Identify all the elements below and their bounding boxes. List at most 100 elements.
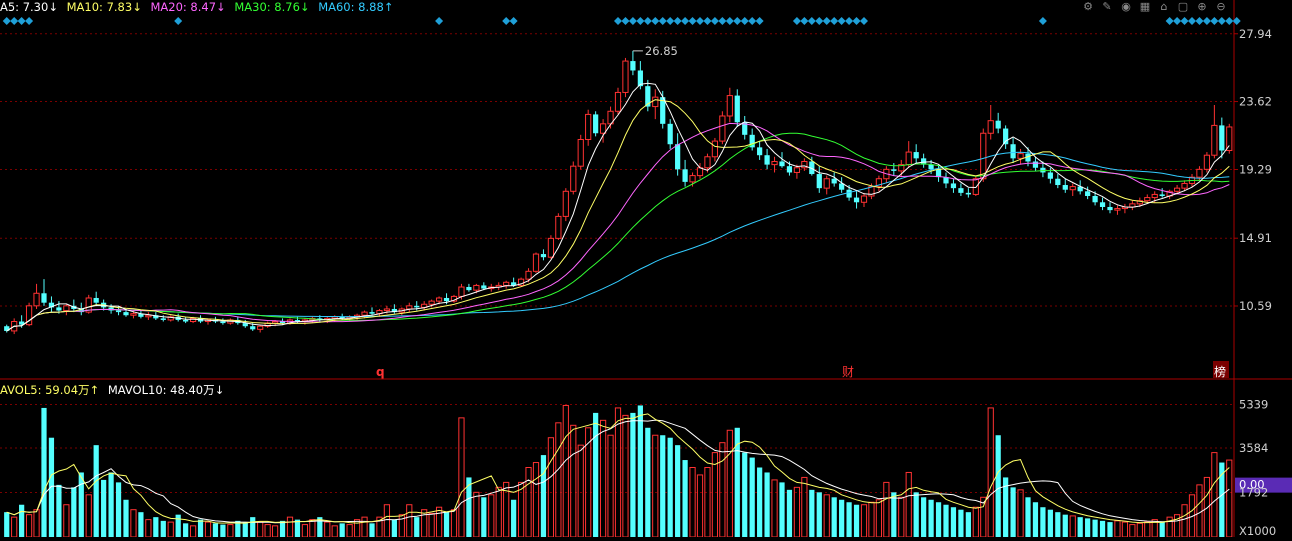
volume-bar: [540, 455, 547, 537]
volume-bar: [271, 525, 279, 538]
candle-body: [1032, 161, 1039, 168]
candle-body: [891, 169, 897, 171]
volume-bar: [1047, 509, 1053, 537]
pen-icon[interactable]: ✎: [1099, 0, 1115, 14]
candle-body: [1181, 182, 1188, 189]
candle-body: [458, 286, 465, 297]
candle-body: [570, 165, 577, 192]
candle-body: [831, 178, 837, 184]
candle-body: [995, 120, 1001, 129]
price-tick-label: 19.29: [1239, 162, 1272, 176]
price-tick-label: 10.59: [1239, 299, 1272, 313]
candle-body: [793, 167, 801, 173]
volume-bar: [339, 523, 345, 537]
volume-bar: [1025, 497, 1031, 537]
volume-bar: [652, 434, 659, 538]
volume-bar: [361, 516, 368, 538]
candle-body: [503, 281, 510, 286]
volume-bar: [115, 482, 122, 537]
signal-diamond: [10, 17, 19, 25]
signal-diamond: [696, 17, 704, 25]
candle-body: [466, 287, 472, 291]
candle-body: [250, 326, 256, 330]
candle-body: [704, 156, 711, 169]
house-icon[interactable]: ⌂: [1156, 0, 1172, 14]
signal-diamond: [800, 17, 809, 25]
mavol10-legend: MAVOL10: 48.40万↓: [107, 383, 225, 397]
candle-body: [271, 321, 279, 324]
volume-bar: [779, 482, 785, 537]
candle-body: [414, 305, 420, 308]
candle-body: [1062, 185, 1068, 190]
volume-bar: [145, 519, 152, 538]
signal-diamond: [621, 17, 630, 25]
volume-bar: [928, 499, 934, 537]
signal-diamond: [614, 17, 622, 25]
price-tick-label: 23.62: [1239, 95, 1272, 109]
candle-body: [145, 314, 152, 318]
candle-body: [1055, 178, 1061, 186]
volume-bar: [711, 452, 719, 538]
signal-diamond: [733, 17, 742, 25]
volume-bar: [593, 412, 599, 537]
volume-tick-label: X1000: [1239, 524, 1276, 537]
candle-body: [860, 195, 868, 203]
volume-bar: [1136, 522, 1143, 538]
volume-bar: [264, 524, 271, 538]
minus-icon[interactable]: ⊖: [1213, 0, 1229, 14]
volume-bar: [130, 509, 137, 538]
volume-tick-label: 5339: [1239, 397, 1268, 411]
signal-diamond: [815, 17, 824, 25]
signal-diamond: [688, 17, 697, 25]
volume-bar: [1121, 521, 1129, 538]
price-tick-label: 27.94: [1239, 27, 1272, 41]
signal-diamond: [1188, 17, 1196, 25]
lock-icon[interactable]: ▢: [1175, 0, 1191, 14]
avol5-legend: AVOL5: 59.04万↑: [0, 383, 100, 397]
candle-body: [443, 297, 450, 302]
volume-bar: [1077, 517, 1083, 537]
volume-bar: [622, 414, 629, 538]
signal-diamond: [1210, 17, 1219, 25]
volume-bar: [742, 452, 748, 537]
volume-bar: [607, 434, 614, 538]
volume-bar: [414, 517, 420, 537]
volume-bar: [324, 521, 331, 538]
candle-body: [1099, 202, 1106, 207]
signal-diamond: [792, 17, 801, 25]
candle-body: [1173, 187, 1181, 192]
volume-bar: [331, 525, 338, 538]
volume-bar: [667, 437, 673, 537]
candle-body: [33, 292, 40, 307]
signal-diamond: [17, 17, 26, 25]
candle-body: [689, 175, 696, 183]
volume-bar: [868, 501, 875, 538]
volume-bar: [547, 437, 555, 538]
volume-bar: [958, 509, 964, 537]
candle-body: [1159, 194, 1165, 196]
signal-diamond: [845, 17, 854, 25]
volume-bar: [138, 512, 144, 537]
volume-bar: [965, 512, 971, 537]
volume-bar: [726, 429, 733, 538]
volume-bar: [660, 435, 666, 537]
volume-bar: [391, 519, 397, 537]
calendar-icon[interactable]: ▦: [1137, 0, 1153, 14]
signal-diamond: [1202, 17, 1211, 25]
volume-bar: [406, 504, 413, 538]
volume-bar: [383, 504, 391, 538]
signal-diamond: [740, 17, 749, 25]
gear-icon[interactable]: ⚙: [1080, 0, 1096, 14]
signal-diamond: [755, 17, 764, 25]
volume-bar: [614, 407, 622, 538]
volume-bar: [85, 494, 92, 538]
candle-body: [1211, 124, 1218, 156]
plus-icon[interactable]: ⊕: [1194, 0, 1210, 14]
signal-diamond: [509, 17, 518, 25]
volume-bar: [1144, 521, 1151, 538]
signal-diamond: [636, 17, 645, 25]
volume-bar: [250, 517, 256, 537]
eye-icon[interactable]: ◉: [1118, 0, 1134, 14]
volume-bar: [25, 514, 33, 538]
candle-body: [980, 132, 987, 180]
